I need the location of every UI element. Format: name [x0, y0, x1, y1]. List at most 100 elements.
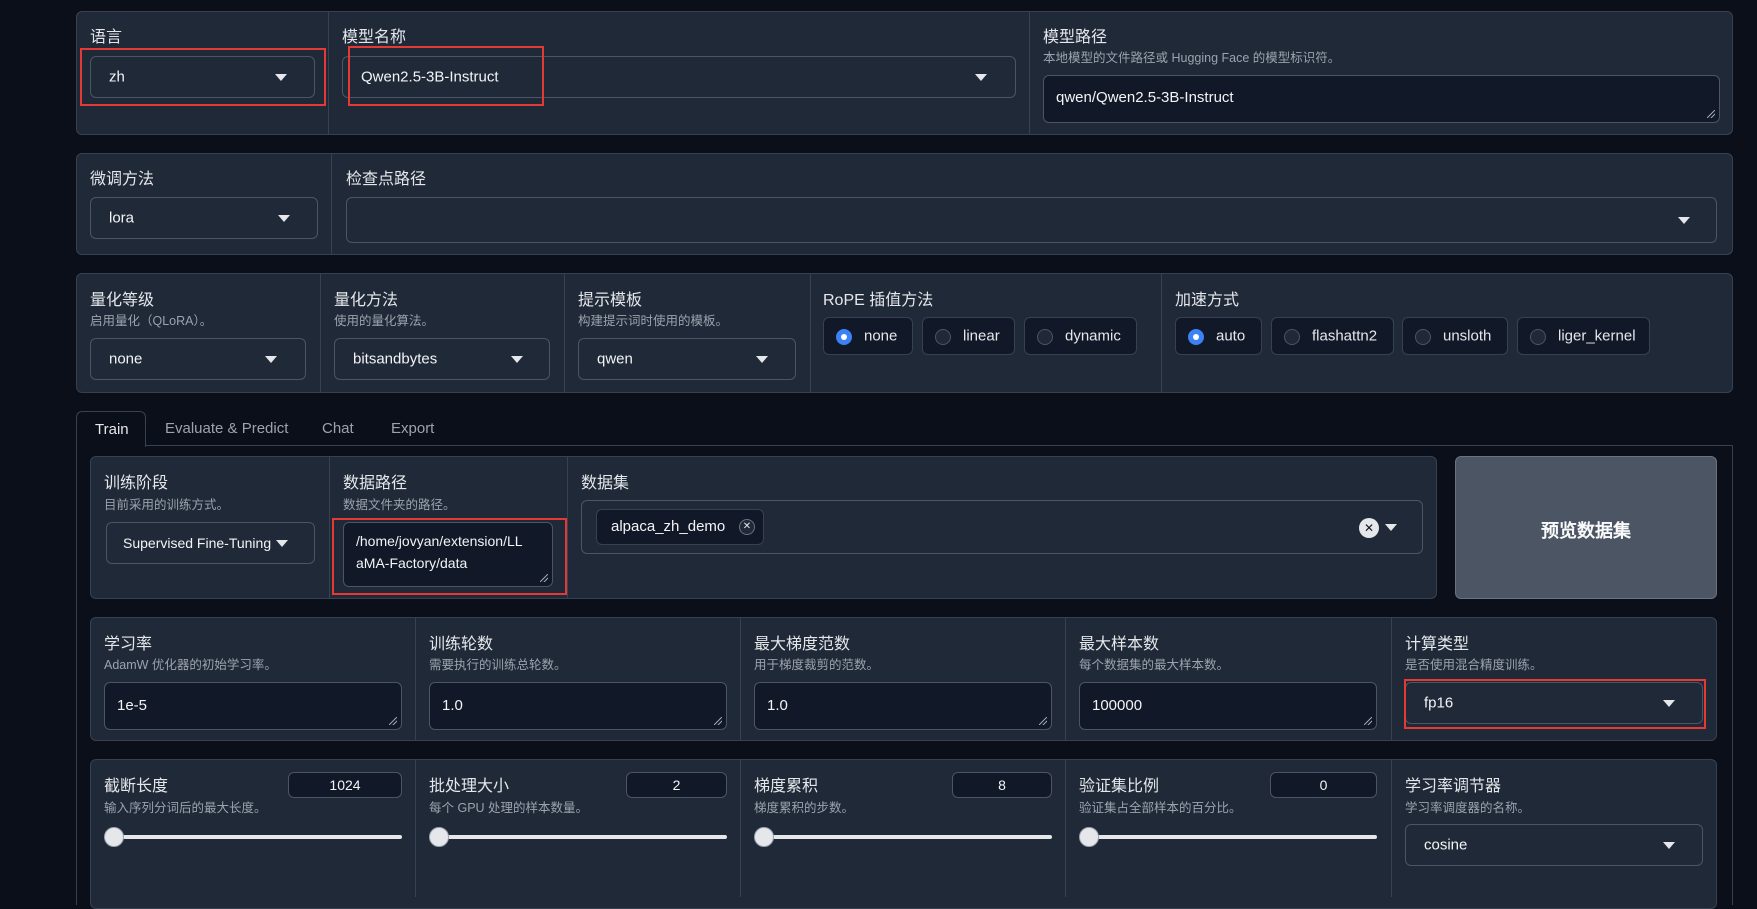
tab-evaluate-predict[interactable]: Evaluate & Predict: [165, 420, 288, 437]
divider: [1029, 12, 1030, 134]
learning-rate-info: AdamW 优化器的初始学习率。: [104, 658, 277, 672]
resize-handle-icon[interactable]: [1364, 717, 1372, 725]
dataset-dir-info: 数据文件夹的路径。: [343, 498, 456, 512]
training-stage-dropdown[interactable]: Supervised Fine-Tuning: [106, 522, 315, 564]
template-info: 构建提示词时使用的模板。: [578, 314, 729, 328]
rope-label: RoPE 插值方法: [823, 292, 934, 309]
slider-handle[interactable]: [104, 827, 124, 847]
template-value: qwen: [597, 350, 633, 368]
tab-train-label: Train: [95, 421, 129, 438]
dataset-chip: alpaca_zh_demo ✕: [596, 509, 764, 545]
divider: [740, 618, 741, 740]
rope-option-linear[interactable]: linear: [922, 317, 1015, 355]
rope-option-dynamic[interactable]: dynamic: [1024, 317, 1137, 355]
rope-option-none[interactable]: none: [823, 317, 913, 355]
max-samples-input[interactable]: 100000: [1079, 682, 1377, 730]
booster-option-liger-kernel[interactable]: liger_kernel: [1517, 317, 1650, 355]
divider: [810, 274, 811, 392]
cutoff-len-number[interactable]: 1024: [288, 772, 402, 798]
divider: [1391, 618, 1392, 740]
highlight-box: [332, 518, 567, 595]
lr-scheduler-value: cosine: [1424, 836, 1468, 854]
booster-option-unsloth[interactable]: unsloth: [1402, 317, 1508, 355]
chip-remove-icon[interactable]: ✕: [739, 519, 755, 535]
learning-rate-label: 学习率: [104, 636, 153, 653]
checkpoint-dropdown[interactable]: [346, 197, 1717, 243]
chevron-down-icon: [511, 356, 523, 363]
val-size-number[interactable]: 0: [1270, 772, 1377, 798]
learning-rate-value: 1e-5: [117, 697, 148, 714]
epochs-input[interactable]: 1.0: [429, 682, 727, 730]
lr-scheduler-info: 学习率调度器的名称。: [1405, 801, 1531, 815]
tab-export[interactable]: Export: [391, 420, 434, 437]
resize-handle-icon[interactable]: [1707, 110, 1715, 118]
dataset-dir-label: 数据路径: [343, 475, 408, 492]
template-dropdown[interactable]: qwen: [578, 338, 796, 380]
finetune-method-dropdown[interactable]: lora: [90, 197, 318, 239]
max-samples-info: 每个数据集的最大样本数。: [1079, 658, 1230, 672]
slider-handle[interactable]: [754, 827, 774, 847]
radio-unselected-icon: [935, 329, 951, 345]
slider-handle[interactable]: [429, 827, 449, 847]
quant-bit-dropdown[interactable]: none: [90, 338, 306, 380]
val-size-slider[interactable]: [1083, 835, 1377, 839]
max-samples-value: 100000: [1092, 697, 1143, 714]
checkpoint-label: 检查点路径: [346, 171, 427, 188]
quant-method-label: 量化方法: [334, 292, 399, 309]
max-grad-norm-info: 用于梯度裁剪的范数。: [754, 658, 880, 672]
chevron-down-icon: [276, 540, 288, 547]
radio-unselected-icon: [1284, 329, 1300, 345]
epochs-label: 训练轮数: [429, 636, 494, 653]
radio-unselected-icon: [1415, 329, 1431, 345]
dataset-multiselect[interactable]: alpaca_zh_demo ✕ ✕: [581, 500, 1423, 554]
model-name-label: 模型名称: [342, 29, 407, 46]
batch-size-number[interactable]: 2: [626, 772, 727, 798]
divider: [1065, 760, 1066, 897]
chevron-down-icon: [1385, 524, 1397, 531]
booster-option-auto[interactable]: auto: [1175, 317, 1262, 355]
quant-method-dropdown[interactable]: bitsandbytes: [334, 338, 550, 380]
cutoff-len-info: 输入序列分词后的最大长度。: [104, 801, 267, 815]
divider: [1065, 618, 1066, 740]
divider: [415, 760, 416, 897]
dataset-chip-label: alpaca_zh_demo: [611, 518, 726, 535]
grad-accum-number[interactable]: 8: [952, 772, 1052, 798]
resize-handle-icon[interactable]: [1039, 717, 1047, 725]
chevron-down-icon: [1678, 217, 1690, 224]
resize-handle-icon[interactable]: [714, 717, 722, 725]
preview-dataset-button[interactable]: 预览数据集: [1455, 456, 1717, 599]
cutoff-len-slider[interactable]: [108, 835, 402, 839]
training-stage-label: 训练阶段: [104, 475, 169, 492]
rope-option-label: linear: [963, 327, 1000, 345]
highlight-box: [348, 46, 544, 106]
grad-accum-slider[interactable]: [758, 835, 1052, 839]
grad-accum-label: 梯度累积: [754, 778, 819, 795]
batch-size-slider[interactable]: [433, 835, 727, 839]
divider: [320, 274, 321, 392]
clear-all-icon[interactable]: ✕: [1359, 518, 1379, 538]
tab-chat[interactable]: Chat: [322, 420, 354, 437]
booster-option-label: flashattn2: [1312, 327, 1378, 345]
learning-rate-input[interactable]: 1e-5: [104, 682, 402, 730]
booster-option-label: liger_kernel: [1558, 327, 1636, 345]
resize-handle-icon[interactable]: [389, 717, 397, 725]
max-grad-norm-input[interactable]: 1.0: [754, 682, 1052, 730]
quant-method-value: bitsandbytes: [353, 350, 438, 368]
model-path-label: 模型路径: [1043, 29, 1108, 46]
radio-unselected-icon: [1037, 329, 1053, 345]
tab-train[interactable]: Train: [76, 411, 146, 447]
lr-scheduler-dropdown[interactable]: cosine: [1405, 824, 1703, 866]
booster-option-label: auto: [1216, 327, 1246, 345]
quant-bit-info: 启用量化（QLoRA）。: [90, 314, 213, 328]
quant-method-info: 使用的量化算法。: [334, 314, 435, 328]
chevron-down-icon: [1663, 842, 1675, 849]
booster-option-flashattn2[interactable]: flashattn2: [1271, 317, 1394, 355]
compute-type-info: 是否使用混合精度训练。: [1405, 658, 1543, 672]
model-path-value: qwen/Qwen2.5-3B-Instruct: [1056, 89, 1234, 106]
preview-dataset-label: 预览数据集: [1541, 521, 1631, 541]
training-stage-value: Supervised Fine-Tuning: [123, 535, 272, 551]
cutoff-len-label: 截断长度: [104, 778, 169, 795]
quant-bit-value: none: [109, 350, 143, 368]
slider-handle[interactable]: [1079, 827, 1099, 847]
model-path-input[interactable]: qwen/Qwen2.5-3B-Instruct: [1043, 75, 1720, 123]
